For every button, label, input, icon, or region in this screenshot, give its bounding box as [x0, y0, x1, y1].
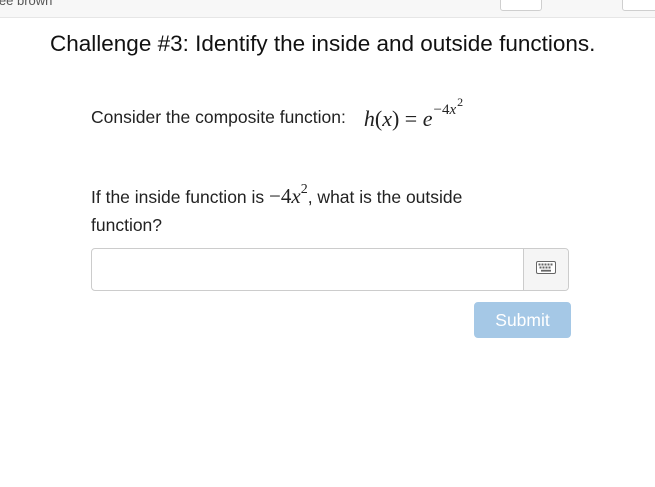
challenge-title: Challenge #3: Identify the inside and ou… — [50, 31, 596, 56]
submit-button[interactable]: Submit — [474, 302, 571, 338]
inside-function: −4x2 — [269, 182, 308, 208]
answer-field[interactable] — [91, 248, 569, 291]
composite-prompt: Consider the composite function: h(x) = … — [91, 92, 463, 132]
top-bar: lee brown — [0, 0, 655, 18]
question-text: If the inside function is −4x2, what is … — [91, 182, 463, 235]
top-bar-button[interactable] — [622, 0, 655, 11]
composite-function: h(x) = e−4x2 — [363, 95, 464, 131]
math-keyboard-button[interactable] — [523, 249, 568, 290]
user-name: lee brown — [0, 0, 53, 8]
top-bar-button[interactable] — [500, 0, 542, 11]
answer-input[interactable] — [93, 250, 523, 289]
prompt-label: Consider the composite function: — [91, 107, 346, 127]
keyboard-icon — [536, 260, 556, 279]
